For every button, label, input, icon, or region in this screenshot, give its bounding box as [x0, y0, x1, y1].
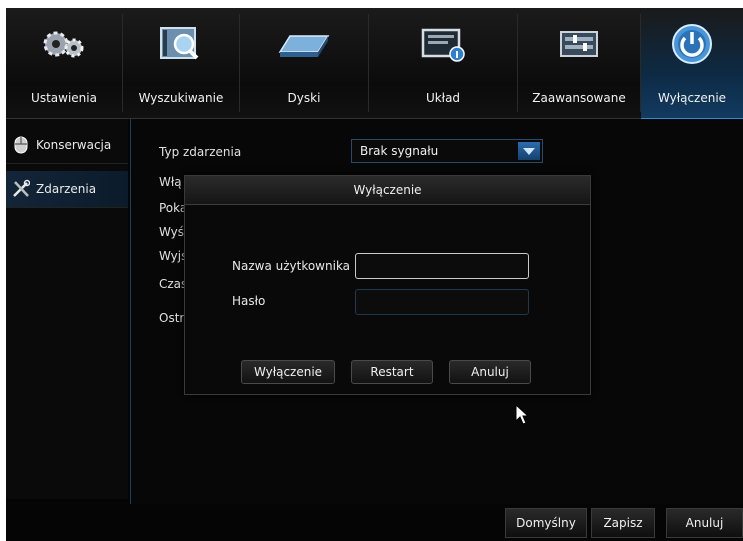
- tab-label: Wyszukiwanie: [138, 91, 224, 105]
- monitor-info-icon: [421, 28, 465, 62]
- search-film-icon: [160, 27, 199, 60]
- tab-label: Ustawienia: [31, 91, 97, 105]
- chevron-down-icon: [523, 148, 535, 155]
- event-type-dropdown[interactable]: Brak sygnału: [351, 139, 543, 163]
- setting-row-label: Włą: [159, 175, 182, 189]
- password-input[interactable]: [355, 289, 529, 315]
- setting-row-label: Poka: [159, 201, 188, 215]
- tab-label: Zaawansowane: [532, 91, 626, 105]
- tab-label: Dyski: [287, 91, 321, 105]
- tab-ustawienia[interactable]: Ustawienia: [6, 8, 122, 118]
- event-type-label: Typ zdarzenia: [159, 145, 242, 159]
- tab-wyszukiwanie[interactable]: Wyszukiwanie: [123, 8, 239, 118]
- tab-dyski[interactable]: Dyski: [240, 8, 368, 118]
- save-button[interactable]: Zapisz: [591, 508, 655, 538]
- password-label: Hasło: [232, 294, 266, 308]
- sidebar-item-label: Konserwacja: [36, 138, 112, 152]
- default-button[interactable]: Domyślny: [505, 508, 587, 538]
- username-label: Nazwa użytkownika: [232, 259, 351, 273]
- tab-zaawansowane[interactable]: Zaawansowane: [518, 8, 640, 118]
- bottom-bar: Domyślny Zapisz Anuluj: [6, 505, 743, 541]
- tab-label: Wyłączenie: [657, 91, 727, 105]
- dialog-title: Wyłączenie: [353, 183, 422, 197]
- restart-button[interactable]: Restart: [351, 360, 433, 384]
- setting-row-label: Wyś: [159, 225, 185, 239]
- dropdown-value: Brak sygnału: [360, 144, 439, 158]
- tab-uklad[interactable]: Układ: [369, 8, 517, 118]
- dropdown-button[interactable]: [518, 142, 540, 160]
- tab-wylaczenie[interactable]: Wyłączenie: [641, 8, 743, 120]
- mouse-pointer-icon: [515, 404, 530, 425]
- sidebar: Konserwacja Zdarzenia: [6, 119, 128, 499]
- dialog-title-bar: Wyłączenie: [185, 176, 590, 205]
- cancel-button[interactable]: Anuluj: [449, 360, 531, 384]
- hard-disk-icon: [278, 35, 330, 57]
- power-icon: [672, 24, 712, 64]
- sidebar-item-label: Zdarzenia: [36, 182, 97, 196]
- gears-icon: [43, 31, 84, 58]
- shutdown-button[interactable]: Wyłączenie: [241, 360, 335, 384]
- username-input[interactable]: [355, 253, 529, 279]
- bottom-cancel-button[interactable]: Anuluj: [666, 508, 743, 538]
- setting-row-label: Ostr: [159, 311, 185, 325]
- mouse-icon: [14, 136, 28, 154]
- top-navigation: Ustawienia Wyszukiwanie Dyski Układ Zaaw…: [6, 8, 743, 120]
- sidebar-item-zdarzenia[interactable]: Zdarzenia: [6, 171, 128, 208]
- tools-icon: [13, 179, 30, 197]
- dvr-screen: Ustawienia Wyszukiwanie Dyski Układ Zaaw…: [6, 8, 743, 541]
- advanced-panel-icon: [560, 31, 598, 57]
- sidebar-item-konserwacja[interactable]: Konserwacja: [6, 127, 128, 164]
- tab-label: Układ: [425, 91, 461, 105]
- shutdown-dialog: Wyłączenie Nazwa użytkownika Hasło Wyłąc…: [184, 175, 591, 395]
